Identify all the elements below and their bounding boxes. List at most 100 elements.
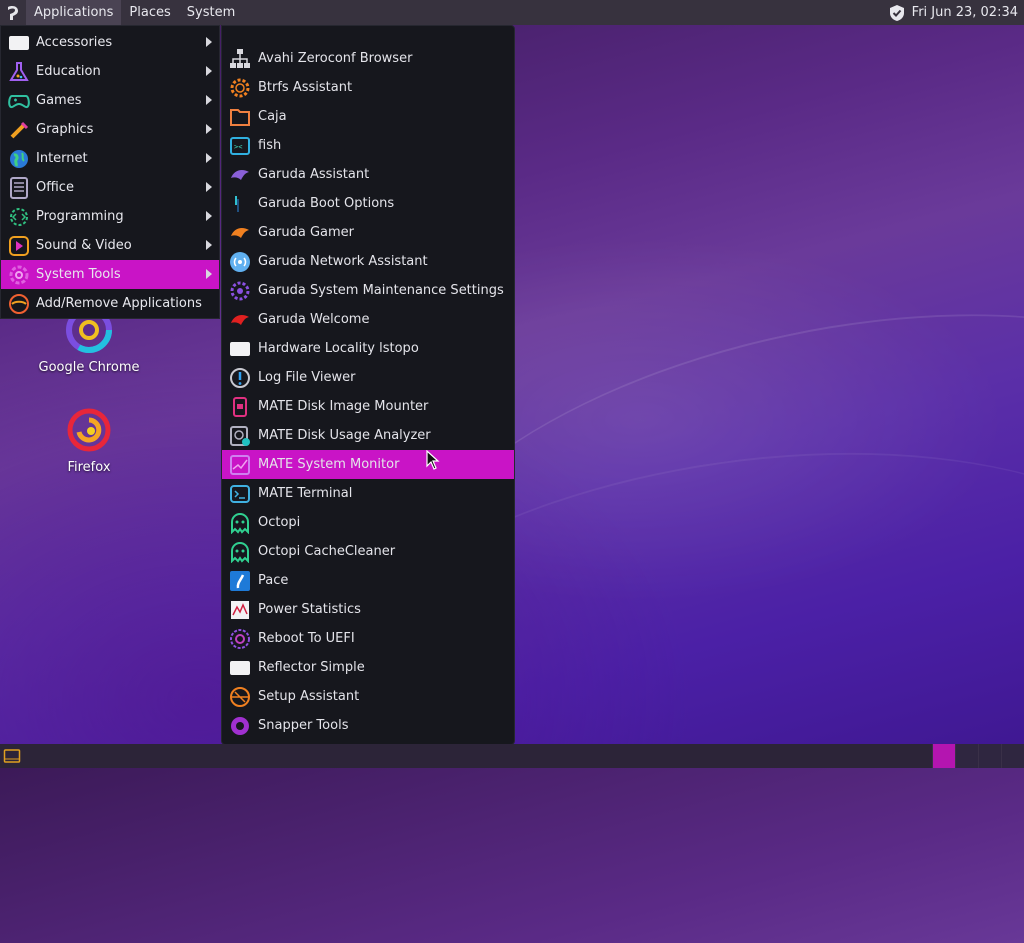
menu-item-reflector-simple[interactable]: Reflector Simple: [222, 653, 514, 682]
setup-icon: [228, 685, 252, 709]
category-graphics[interactable]: Graphics: [1, 115, 219, 144]
category-system-tools[interactable]: System Tools: [1, 260, 219, 289]
submenu-arrow-icon: [206, 211, 212, 221]
workspace-2[interactable]: [955, 744, 978, 768]
category-label: Games: [36, 93, 82, 108]
menu-item-mate-disk-usage-analyzer[interactable]: MATE Disk Usage Analyzer: [222, 421, 514, 450]
menu-item-garuda-boot-options[interactable]: Garuda Boot Options: [222, 189, 514, 218]
menu-item-label: MATE System Monitor: [258, 457, 400, 472]
submenu-arrow-icon: [206, 240, 212, 250]
menu-item-label: Garuda Network Assistant: [258, 254, 428, 269]
garuda-bird-icon: [228, 221, 252, 245]
menu-item-garuda-network-assistant[interactable]: Garuda Network Assistant: [222, 247, 514, 276]
menu-item-reboot-to-uefi[interactable]: Reboot To UEFI: [222, 624, 514, 653]
category-label: Accessories: [36, 35, 113, 50]
category-games[interactable]: Games: [1, 86, 219, 115]
menu-item-label: Setup Assistant: [258, 689, 360, 704]
category-label: Graphics: [36, 122, 94, 137]
menu-item-mate-system-monitor[interactable]: MATE System Monitor: [222, 450, 514, 479]
category-label: Programming: [36, 209, 124, 224]
show-desktop-icon[interactable]: [0, 744, 24, 768]
menu-item-label: Caja: [258, 109, 287, 124]
applications-menu[interactable]: Applications: [26, 0, 122, 25]
firefox-icon: [63, 404, 115, 456]
garuda-bird-icon: [228, 308, 252, 332]
boot-icon: [228, 192, 252, 216]
menu-item-garuda-assistant[interactable]: Garuda Assistant: [222, 160, 514, 189]
workspace-3[interactable]: [978, 744, 1001, 768]
desktop-icon-firefox[interactable]: Firefox: [29, 404, 149, 475]
submenu-arrow-icon: [206, 182, 212, 192]
system-monitor-icon: [228, 453, 252, 477]
submenu-arrow-icon: [206, 37, 212, 47]
menu-item-label: Reboot To UEFI: [258, 631, 355, 646]
menu-item-label: Garuda Gamer: [258, 225, 355, 240]
globe-icon: [7, 147, 31, 171]
submenu-arrow-icon: [206, 124, 212, 134]
top-panel: Applications Places System Fri Jun 23, 0…: [0, 0, 1024, 25]
category-add-remove-applications[interactable]: Add/Remove Applications: [1, 289, 219, 318]
menu-item-power-statistics[interactable]: Power Statistics: [222, 595, 514, 624]
menu-item-mate-disk-image-mounter[interactable]: MATE Disk Image Mounter: [222, 392, 514, 421]
menu-item-snapper-tools[interactable]: Snapper Tools: [222, 711, 514, 740]
menu-item-garuda-gamer[interactable]: Garuda Gamer: [222, 218, 514, 247]
menu-item-label: Garuda Assistant: [258, 167, 370, 182]
menu-item-label: Pace: [258, 573, 289, 588]
category-office[interactable]: Office: [1, 173, 219, 202]
clock[interactable]: Fri Jun 23, 02:34: [908, 5, 1024, 20]
menu-item-pace[interactable]: Pace: [222, 566, 514, 595]
menu-item-label: Power Statistics: [258, 602, 361, 617]
places-menu[interactable]: Places: [121, 0, 178, 25]
category-internet[interactable]: Internet: [1, 144, 219, 173]
workspace-4[interactable]: [1001, 744, 1024, 768]
category-programming[interactable]: Programming: [1, 202, 219, 231]
shield-icon[interactable]: [886, 0, 908, 25]
menu-item-garuda-system-maintenance-settings[interactable]: Garuda System Maintenance Settings: [222, 276, 514, 305]
disk-usage-icon: [228, 424, 252, 448]
disk-mounter-icon: [228, 395, 252, 419]
menu-item-label: fish: [258, 138, 282, 153]
menu-item-caja[interactable]: Caja: [222, 102, 514, 131]
mate-logo-icon[interactable]: [0, 0, 26, 25]
menu-item-avahi-zeroconf-browser[interactable]: Avahi Zeroconf Browser: [222, 44, 514, 73]
menu-item-label: Avahi Zeroconf Browser: [258, 51, 413, 66]
category-accessories[interactable]: Accessories: [1, 28, 219, 57]
category-education[interactable]: Education: [1, 57, 219, 86]
workspace-1[interactable]: [932, 744, 955, 768]
menu-item-mate-terminal[interactable]: MATE Terminal: [222, 479, 514, 508]
menu-item-octopi[interactable]: Octopi: [222, 508, 514, 537]
code-gear-icon: [7, 205, 31, 229]
menu-item-fish[interactable]: >< fish: [222, 131, 514, 160]
menu-item-garuda-welcome[interactable]: Garuda Welcome: [222, 305, 514, 334]
gamepad-icon: [7, 89, 31, 113]
uefi-icon: [228, 627, 252, 651]
category-label: Education: [36, 64, 101, 79]
bottom-panel: [0, 744, 1024, 768]
desktop-icon-label: Google Chrome: [38, 360, 140, 375]
menu-item-hardware-locality-lstopo[interactable]: Hardware Locality lstopo: [222, 334, 514, 363]
ghost-icon: [228, 511, 252, 535]
menu-item-log-file-viewer[interactable]: Log File Viewer: [222, 363, 514, 392]
submenu-arrow-icon: [206, 153, 212, 163]
category-label: System Tools: [36, 267, 121, 282]
mouse-cursor-icon: [426, 450, 440, 470]
ghost-icon: [228, 540, 252, 564]
document-icon: [7, 176, 31, 200]
system-menu[interactable]: System: [179, 0, 243, 25]
menu-item-label: MATE Disk Image Mounter: [258, 399, 429, 414]
flask-icon: [7, 60, 31, 84]
accessories-icon: [7, 31, 31, 55]
category-sound-video[interactable]: Sound & Video: [1, 231, 219, 260]
menu-item-label: Garuda System Maintenance Settings: [258, 283, 504, 298]
play-icon: [7, 234, 31, 258]
generic-app-icon: [228, 337, 252, 361]
menu-item-label: Octopi: [258, 515, 301, 530]
warning-icon: [228, 366, 252, 390]
generic-app-icon: [228, 656, 252, 680]
menu-item-setup-assistant[interactable]: Setup Assistant: [222, 682, 514, 711]
terminal-icon: [228, 482, 252, 506]
category-label: Sound & Video: [36, 238, 132, 253]
menu-item-btrfs-assistant[interactable]: Btrfs Assistant: [222, 73, 514, 102]
network-icon: [228, 47, 252, 71]
menu-item-octopi-cachecleaner[interactable]: Octopi CacheCleaner: [222, 537, 514, 566]
